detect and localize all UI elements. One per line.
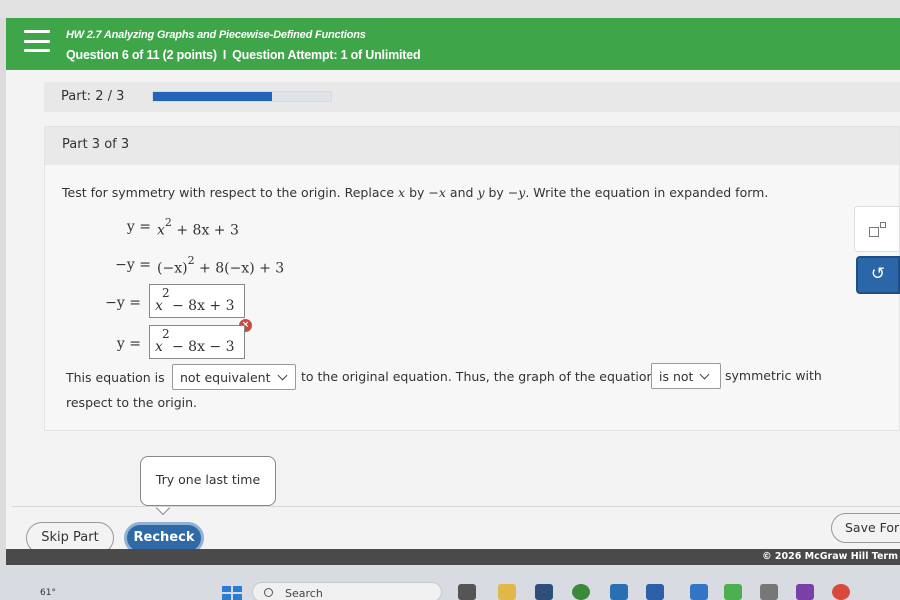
chrome-icon[interactable] [572, 584, 590, 600]
question-info: Question 6 of 11 (2 points) I Question Att… [66, 48, 421, 62]
app-icon[interactable] [610, 584, 628, 600]
header-separator: I [222, 48, 227, 62]
equation-4-lhs: y = [116, 336, 141, 352]
word-icon[interactable] [646, 584, 664, 600]
assignment-header: HW 2.7 Analyzing Graphs and Piecewise-De… [6, 18, 900, 70]
store-icon[interactable] [535, 584, 553, 600]
question-label: Question 6 of 11 (2 points) [66, 48, 217, 62]
search-icon [264, 588, 273, 597]
chevron-down-icon [277, 370, 287, 381]
instructions: Test for symmetry with respect to the or… [62, 185, 769, 200]
answer-box-2[interactable]: 2 x − 8x − 3 [149, 325, 245, 359]
conclusion-text-3: symmetric with [725, 368, 822, 383]
weather-temperature[interactable]: 61° [40, 588, 56, 598]
opera-icon[interactable] [832, 584, 850, 600]
powerpoint-icon[interactable] [796, 584, 814, 600]
equivalence-dropdown[interactable]: not equivalent [172, 364, 296, 390]
feedback-tooltip: Try one last time [140, 456, 276, 506]
undo-button[interactable]: ↺ [856, 256, 900, 294]
undo-icon: ↺ [870, 264, 886, 284]
progress-bar [152, 91, 332, 102]
task-view-icon[interactable] [458, 584, 476, 600]
equation-3-lhs: −y = [105, 295, 141, 311]
attempt-label: Question Attempt: 1 of Unlimited [232, 48, 421, 62]
equation-2-rhs: (−x)2 + 8(−x) + 3 [157, 254, 285, 277]
part-label: Part: 2 / 3 [61, 89, 125, 104]
question-area: Part: 2 / 3 Part 3 of 3 Test for symmetr… [6, 70, 900, 565]
calculator-icon[interactable] [760, 584, 778, 600]
equation-2-lhs: −y = [115, 257, 151, 273]
save-for-later-button[interactable]: Save For [831, 513, 900, 543]
conclusion-text-4: respect to the origin. [66, 395, 198, 410]
equation-1-rhs: x2 + 8x + 3 [157, 216, 239, 239]
part-section-header: Part 3 of 3 [45, 127, 899, 165]
taskbar: 61° Search [0, 570, 900, 600]
part-progress-row: Part: 2 / 3 [44, 82, 900, 112]
symmetry-dropdown[interactable]: is not [651, 363, 721, 389]
browser-top-strip [0, 0, 900, 18]
assignment-title: HW 2.7 Analyzing Graphs and Piecewise-De… [66, 29, 366, 41]
part-section-title: Part 3 of 3 [62, 137, 130, 152]
outlook-icon[interactable] [690, 584, 708, 600]
windows-start-icon[interactable] [222, 586, 242, 600]
exponent-tool-button[interactable] [854, 206, 900, 252]
progress-fill [153, 92, 272, 101]
conclusion-text-1: This equation is [66, 370, 165, 385]
taskbar-search[interactable]: Search [252, 582, 442, 600]
file-explorer-icon[interactable] [498, 584, 516, 600]
answer-box-1[interactable]: 2 x − 8x + 3 [149, 284, 245, 318]
app-icon[interactable] [724, 584, 742, 600]
copyright-bar: © 2026 McGraw Hill Term [6, 549, 900, 565]
part-section: Part 3 of 3 Test for symmetry with respe… [44, 126, 900, 431]
menu-icon[interactable] [24, 30, 50, 52]
superscript-icon [869, 222, 887, 238]
equation-1-lhs: y = [126, 219, 151, 235]
part-value: 2 / 3 [95, 89, 125, 104]
conclusion-text-2: to the original equation. Thus, the grap… [301, 369, 655, 384]
chevron-down-icon [699, 369, 710, 380]
footer-divider [12, 506, 900, 507]
